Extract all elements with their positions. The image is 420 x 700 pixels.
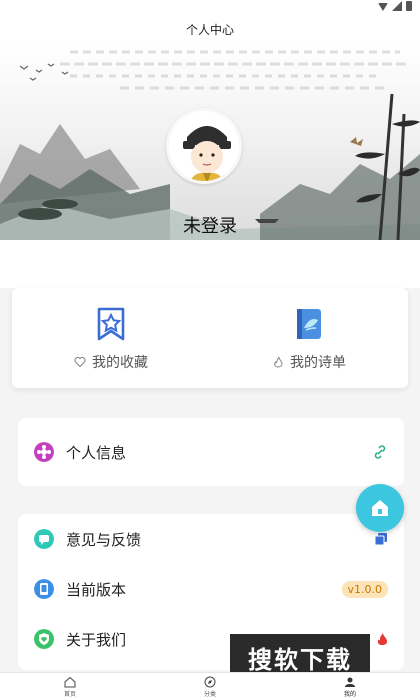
fire-icon bbox=[377, 633, 387, 645]
my-favorites-label: 我的收藏 bbox=[92, 355, 148, 371]
nav-category-label: 分类 bbox=[203, 690, 216, 698]
nav-category[interactable]: 分类 bbox=[140, 673, 280, 700]
my-favorites-button[interactable]: 我的收藏 bbox=[12, 288, 210, 388]
compass-icon bbox=[204, 676, 216, 687]
scholar-avatar-icon bbox=[169, 111, 239, 181]
heart-icon bbox=[74, 356, 86, 368]
floating-home-button[interactable] bbox=[356, 484, 404, 532]
bookmark-star-icon bbox=[97, 307, 125, 341]
avatar[interactable] bbox=[166, 108, 242, 184]
version-badge: v1.0.0 bbox=[341, 580, 388, 598]
flame-icon bbox=[274, 356, 283, 368]
version-row[interactable]: 当前版本 v1.0.0 bbox=[18, 564, 404, 614]
signal-icon bbox=[392, 1, 402, 11]
profile-banner: 未登录 bbox=[0, 44, 420, 240]
banner-spacer bbox=[0, 240, 420, 288]
login-status[interactable]: 未登录 bbox=[0, 212, 420, 238]
battery-icon bbox=[406, 1, 412, 11]
my-poetry-list-button[interactable]: 我的诗单 bbox=[210, 288, 408, 388]
page-title: 个人中心 bbox=[185, 22, 234, 37]
feedback-label: 意见与反馈 bbox=[66, 530, 142, 549]
chat-icon bbox=[34, 529, 54, 549]
favorites-card: 我的收藏 我的诗单 bbox=[12, 288, 408, 388]
home-icon bbox=[64, 676, 76, 687]
nav-home-label: 首页 bbox=[63, 690, 76, 698]
status-bar bbox=[0, 0, 420, 14]
personal-info-row[interactable]: 个人信息 bbox=[18, 418, 404, 486]
bottom-navigation: 首页 分类 我的 bbox=[0, 672, 420, 700]
tablet-icon bbox=[34, 579, 54, 599]
shield-heart-icon bbox=[34, 629, 54, 649]
my-poetry-list-label: 我的诗单 bbox=[290, 355, 346, 371]
flower-settings-icon bbox=[34, 442, 54, 462]
about-us-label: 关于我们 bbox=[66, 630, 127, 649]
nav-mine[interactable]: 我的 bbox=[280, 673, 420, 700]
link-icon bbox=[374, 445, 386, 459]
nav-home[interactable]: 首页 bbox=[0, 673, 140, 700]
title-bar: 个人中心 bbox=[0, 14, 420, 44]
wifi-icon bbox=[378, 3, 388, 11]
profile-icon bbox=[345, 677, 355, 687]
version-label: 当前版本 bbox=[66, 580, 127, 599]
copy-icon bbox=[374, 533, 387, 546]
personal-info-card: 个人信息 bbox=[18, 418, 404, 486]
poetry-book-icon bbox=[297, 309, 321, 339]
personal-info-label: 个人信息 bbox=[66, 443, 127, 462]
feedback-row[interactable]: 意见与反馈 bbox=[18, 514, 404, 564]
nav-mine-label: 我的 bbox=[343, 690, 356, 698]
home-icon bbox=[372, 500, 388, 516]
